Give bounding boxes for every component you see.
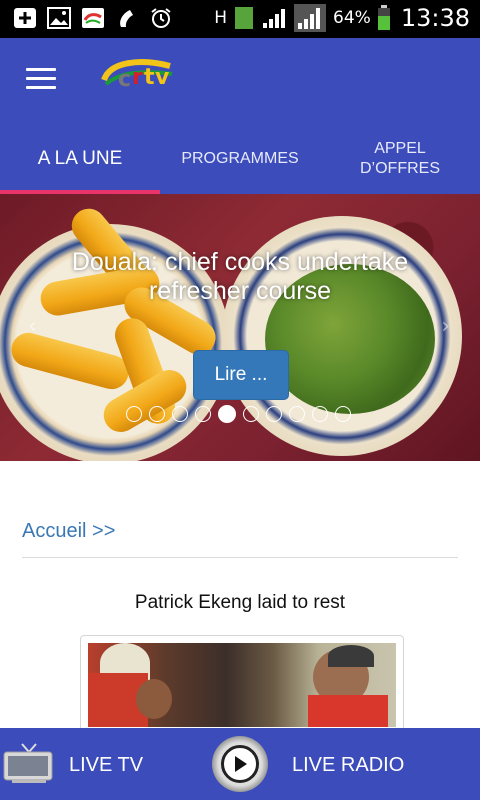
network-type-label: H: [214, 8, 228, 28]
tv-icon[interactable]: [2, 738, 56, 786]
tab-programmes[interactable]: PROGRAMMES: [160, 124, 320, 194]
carousel-dot[interactable]: [172, 406, 188, 422]
crtv-logo[interactable]: c r t v: [100, 56, 178, 94]
clean-app-icon: [114, 6, 140, 30]
read-more-button[interactable]: Lire ...: [193, 350, 289, 400]
menu-icon[interactable]: [26, 68, 56, 92]
battery-percent: 64%: [333, 8, 371, 28]
carousel-indicators: [126, 405, 351, 423]
chevron-left-icon[interactable]: ‹: [28, 314, 37, 339]
tab-label: A LA UNE: [37, 148, 123, 169]
carousel-dot[interactable]: [195, 406, 211, 422]
carousel-dot[interactable]: [289, 406, 305, 422]
carousel-dot[interactable]: [335, 406, 351, 422]
chevron-right-icon[interactable]: ›: [441, 314, 450, 339]
clock: 13:38: [400, 4, 470, 32]
news-carousel[interactable]: Douala: chief cooks undertake refresher …: [0, 194, 480, 461]
svg-text:t: t: [144, 65, 155, 90]
article-title[interactable]: Patrick Ekeng laid to rest: [0, 592, 480, 614]
tab-label: PROGRAMMES: [181, 150, 299, 167]
status-bar: H 64% 13:38: [0, 0, 480, 38]
signal-icon-2: [293, 4, 327, 32]
live-radio-button[interactable]: LIVE RADIO: [292, 754, 404, 777]
add-notification-icon: [12, 6, 38, 30]
carousel-dot[interactable]: [149, 406, 165, 422]
play-icon: [221, 745, 259, 783]
carousel-dot[interactable]: [126, 406, 142, 422]
bottom-player-bar: LIVE TV LIVE RADIO: [0, 728, 480, 800]
gallery-icon: [46, 6, 72, 30]
signal-icon: [261, 6, 287, 30]
carousel-dot[interactable]: [266, 406, 282, 422]
live-tv-button[interactable]: LIVE TV: [69, 754, 143, 777]
carousel-dot[interactable]: [312, 406, 328, 422]
breadcrumb-home-link[interactable]: Accueil >>: [22, 520, 115, 543]
alarm-icon: [148, 6, 174, 30]
tab-bar: A LA UNE PROGRAMMES APPEL D’OFFRES: [0, 124, 480, 194]
carousel-dot[interactable]: [218, 405, 236, 423]
tab-a-la-une[interactable]: A LA UNE: [0, 124, 160, 194]
crtv-app-icon: [80, 6, 106, 30]
svg-text:c: c: [118, 67, 131, 92]
breadcrumb-container: Accueil >>: [22, 510, 458, 558]
play-button[interactable]: [212, 736, 268, 792]
article-photo: [88, 643, 396, 727]
carousel-dot[interactable]: [243, 406, 259, 422]
tab-appel-doffres[interactable]: APPEL D’OFFRES: [320, 124, 480, 194]
carousel-title: Douala: chief cooks undertake refresher …: [71, 248, 409, 305]
app-bar: c r t v: [0, 38, 480, 124]
battery-icon: [377, 5, 391, 30]
svg-text:v: v: [155, 65, 170, 90]
tab-label: APPEL D’OFFRES: [360, 140, 440, 177]
article-thumbnail[interactable]: [80, 635, 404, 735]
svg-text:r: r: [132, 65, 143, 90]
sim-badge: [233, 6, 255, 30]
